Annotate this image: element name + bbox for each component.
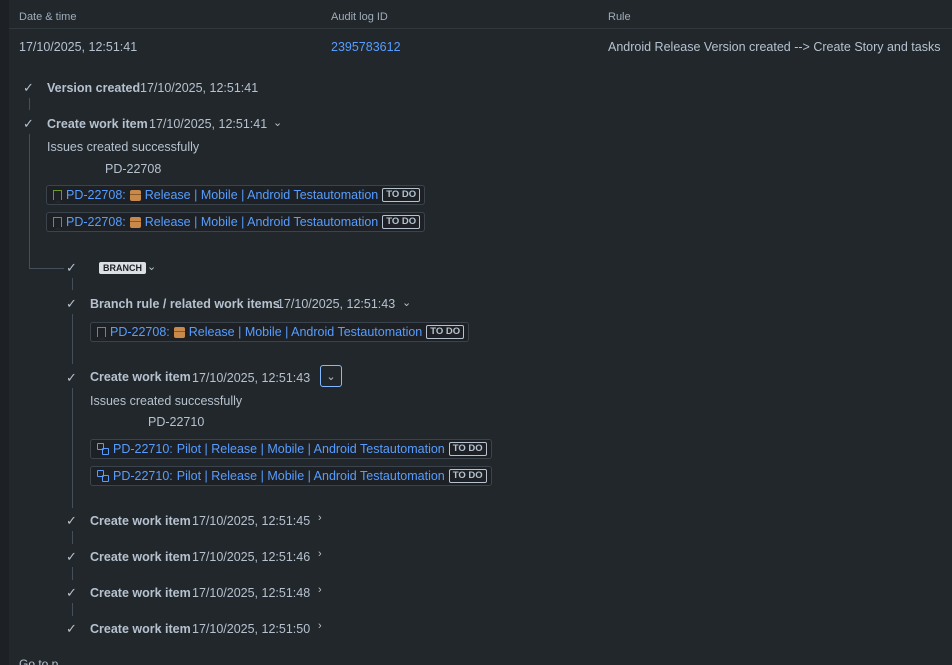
pagination-label: Go to p... [19, 657, 69, 665]
tree-line [72, 278, 73, 290]
status-badge: TO DO [382, 188, 421, 202]
work-item-summary[interactable]: Pilot | Release | Mobile | Android Testa… [177, 469, 445, 483]
audit-log-id-link[interactable]: 2395783612 [331, 40, 401, 54]
work-item-chip[interactable]: PD-22710: Pilot | Release | Mobile | And… [90, 466, 492, 486]
step-time: 17/10/2025, 12:51:46 [192, 550, 311, 564]
branch-badge: BRANCH [99, 262, 146, 274]
step-title: Create work item [90, 370, 191, 384]
work-item-summary[interactable]: Pilot | Release | Mobile | Android Testa… [177, 442, 445, 456]
chevron-right-icon[interactable]: › [318, 620, 322, 632]
work-item-chip[interactable]: PD-22708: Release | Mobile | Android Tes… [90, 322, 470, 342]
step-title: Create work item [47, 117, 148, 131]
check-icon: ✓ [66, 296, 77, 311]
tree-line [29, 134, 30, 268]
audit-log-panel: Date & time Audit log ID Rule 17/10/2025… [9, 0, 952, 665]
chevron-down-icon: ⌄ [326, 370, 336, 383]
created-issue-key: PD-22708 [105, 162, 162, 176]
tree-line [72, 567, 73, 580]
chevron-right-icon[interactable]: › [318, 584, 322, 596]
step-title: Create work item [90, 514, 191, 528]
check-icon: ✓ [66, 370, 77, 385]
step-message: Issues created successfully [47, 140, 200, 154]
chevron-down-icon[interactable]: ⌄ [147, 260, 156, 273]
column-header-date[interactable]: Date & time [19, 11, 76, 23]
package-emoji-icon [129, 216, 141, 228]
package-emoji-icon [129, 189, 141, 201]
step-time: 17/10/2025, 12:51:43 [192, 371, 311, 385]
entry-rule: Android Release Version created --> Crea… [608, 40, 941, 54]
step-title: Create work item [90, 586, 191, 600]
check-icon: ✓ [66, 621, 77, 636]
story-icon [53, 217, 62, 230]
entry-date: 17/10/2025, 12:51:41 [19, 40, 138, 54]
table-row[interactable]: 17/10/2025, 12:51:41 2395783612 Android … [9, 29, 952, 65]
tree-line [72, 388, 73, 508]
subtask-icon [97, 443, 109, 455]
chevron-down-icon[interactable]: ⌄ [402, 296, 411, 309]
work-item-chip[interactable]: PD-22708: Release | Mobile | Android Tes… [46, 212, 426, 232]
step-time: 17/10/2025, 12:51:41 [140, 81, 259, 95]
story-icon [53, 190, 62, 203]
column-header-rule[interactable]: Rule [608, 11, 631, 23]
check-icon: ✓ [66, 585, 77, 600]
tree-line [72, 314, 73, 364]
work-item-summary[interactable]: Release | Mobile | Android Testautomatio… [189, 325, 422, 339]
chevron-right-icon[interactable]: › [318, 548, 322, 560]
work-item-key[interactable]: PD-22708: [66, 215, 126, 229]
tree-line [72, 603, 73, 616]
check-icon: ✓ [66, 549, 77, 564]
work-item-key[interactable]: PD-22710: [113, 469, 173, 483]
check-icon: ✓ [23, 116, 34, 131]
work-item-key[interactable]: PD-22708: [110, 325, 170, 339]
tree-line [72, 531, 73, 544]
step-title: Create work item [90, 622, 191, 636]
work-item-key[interactable]: PD-22708: [66, 188, 126, 202]
check-icon: ✓ [66, 260, 77, 275]
audit-log-page: Date & time Audit log ID Rule 17/10/2025… [0, 0, 952, 665]
subtask-icon [97, 470, 109, 482]
step-time: 17/10/2025, 12:51:41 [149, 117, 268, 131]
status-badge: TO DO [448, 469, 487, 483]
status-badge: TO DO [382, 215, 421, 229]
step-time: 17/10/2025, 12:51:48 [192, 586, 311, 600]
work-item-key[interactable]: PD-22710: [113, 442, 173, 456]
check-icon: ✓ [66, 513, 77, 528]
chevron-right-icon[interactable]: › [318, 512, 322, 524]
status-badge: TO DO [448, 442, 487, 456]
step-message: Issues created successfully [90, 394, 243, 408]
tree-line [29, 98, 30, 110]
work-item-chip[interactable]: PD-22708: Release | Mobile | Android Tes… [46, 185, 426, 205]
step-time: 17/10/2025, 12:51:43 [277, 297, 396, 311]
step-time: 17/10/2025, 12:51:50 [192, 622, 311, 636]
chevron-down-icon[interactable]: ⌄ [273, 116, 282, 129]
step-title: Version created [47, 81, 141, 95]
work-item-summary[interactable]: Release | Mobile | Android Testautomatio… [145, 188, 378, 202]
created-issue-key: PD-22710 [148, 415, 205, 429]
story-icon [97, 327, 106, 340]
tree-line [29, 268, 64, 269]
table-header: Date & time Audit log ID Rule [9, 0, 952, 29]
work-item-summary[interactable]: Release | Mobile | Android Testautomatio… [145, 215, 378, 229]
step-time: 17/10/2025, 12:51:45 [192, 514, 311, 528]
step-title: Branch rule / related work items [90, 297, 280, 311]
expand-toggle-button[interactable]: ⌄ [320, 365, 342, 387]
status-badge: TO DO [426, 325, 465, 339]
check-icon: ✓ [23, 80, 34, 95]
package-emoji-icon [173, 326, 185, 338]
column-header-audit-id[interactable]: Audit log ID [331, 11, 388, 23]
work-item-chip[interactable]: PD-22710: Pilot | Release | Mobile | And… [90, 439, 492, 459]
step-title: Create work item [90, 550, 191, 564]
